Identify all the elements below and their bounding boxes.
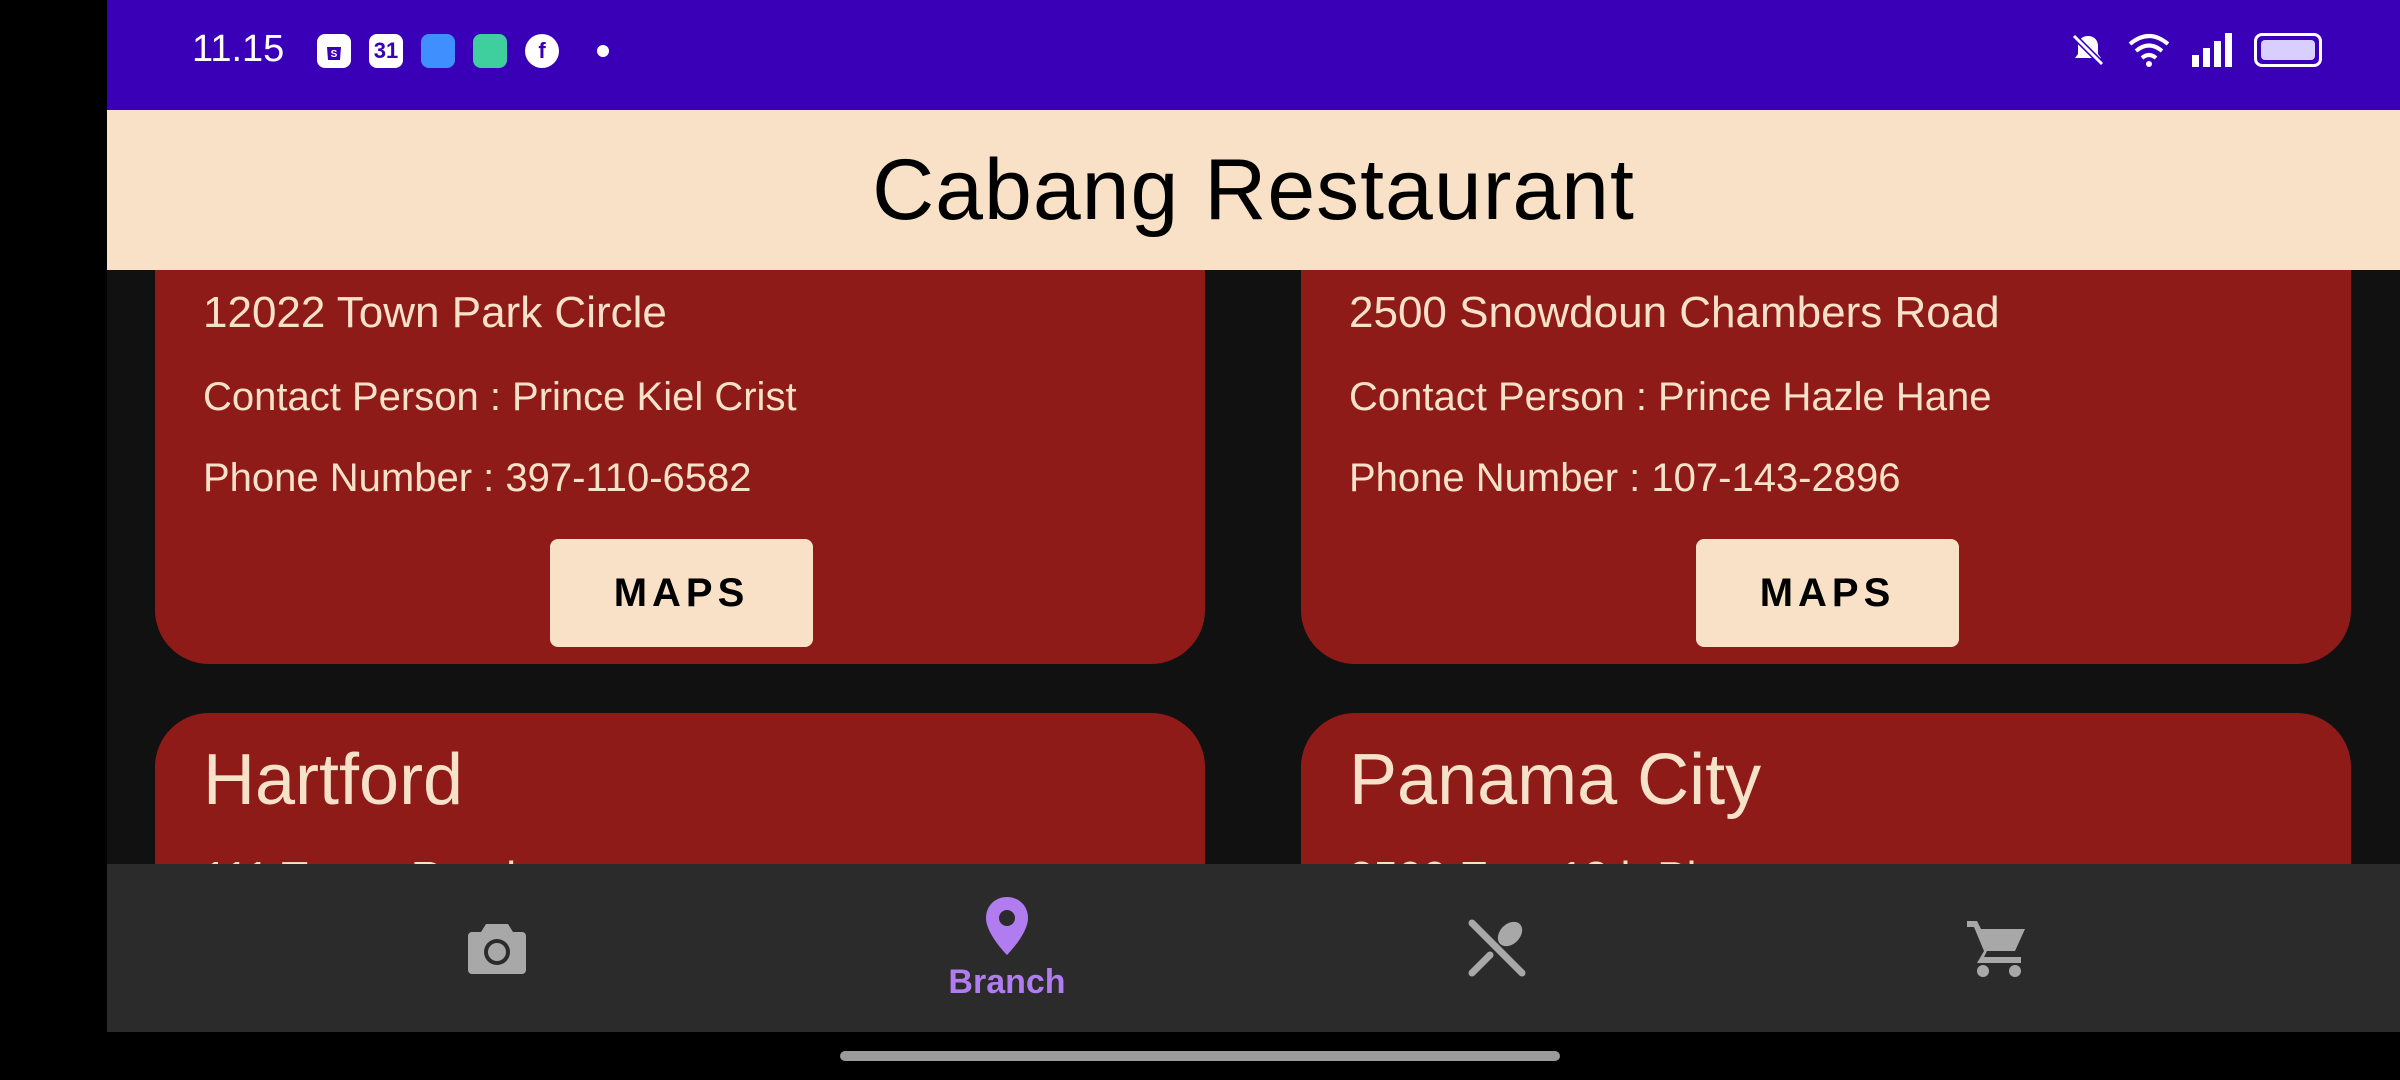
nav-branch[interactable]: Branch (927, 864, 1087, 1032)
status-time: 11.15 (192, 28, 285, 70)
left-edge-bar (0, 0, 107, 1080)
more-notifications-dot (597, 45, 609, 57)
utensils-icon (1468, 919, 1526, 977)
branch-contact: Contact Person : Prince Kiel Crist (203, 375, 797, 419)
facebook-icon: f (525, 34, 559, 68)
page-title: Cabang Restaurant (872, 141, 1635, 238)
branch-address: 2500 Snowdoun Chambers Road (1349, 288, 2000, 337)
signal-icon (2192, 33, 2232, 67)
maps-button[interactable]: MAPS (1696, 539, 1959, 647)
branch-card: Panama City 2500 East 13th Place (1301, 713, 2351, 864)
branch-phone: Phone Number : 107-143-2896 (1349, 456, 1901, 500)
branch-address: 2500 East 13th Place (1349, 853, 1767, 864)
app-icon (473, 34, 507, 68)
nav-menu[interactable] (1437, 864, 1557, 1032)
notification-icons: S 31 f (317, 34, 609, 68)
status-bar: 11.15 S 31 f (107, 0, 2400, 110)
system-icons (2068, 30, 2322, 70)
app-header: Cabang Restaurant (107, 110, 2400, 270)
branch-card: Hartford 111 Tower Road (155, 713, 1205, 864)
location-pin-icon (986, 896, 1028, 955)
branch-list[interactable]: 12022 Town Park Circle Contact Person : … (107, 270, 2400, 864)
app-icon (421, 34, 455, 68)
shopee-icon: S (317, 34, 351, 68)
branch-address: 12022 Town Park Circle (203, 288, 667, 337)
maps-button[interactable]: MAPS (550, 539, 813, 647)
branch-card: 2500 Snowdoun Chambers Road Contact Pers… (1301, 270, 2351, 664)
cart-icon (1967, 921, 2025, 977)
branch-address: 111 Tower Road (203, 853, 516, 864)
branch-city: Panama City (1349, 740, 1762, 820)
bottom-navigation: Branch (107, 864, 2400, 1032)
branch-city: Hartford (203, 740, 464, 820)
nav-branch-label: Branch (948, 962, 1066, 1001)
calendar-icon: 31 (369, 34, 403, 68)
wifi-icon (2128, 34, 2170, 67)
branch-phone: Phone Number : 397-110-6582 (203, 456, 752, 500)
nav-camera[interactable] (437, 864, 557, 1032)
home-gesture-bar[interactable] (840, 1051, 1560, 1061)
nav-cart[interactable] (1937, 864, 2057, 1032)
battery-icon (2254, 33, 2322, 67)
svg-text:S: S (331, 49, 338, 60)
camera-icon (468, 924, 526, 974)
mute-icon (2071, 33, 2105, 67)
branch-card: 12022 Town Park Circle Contact Person : … (155, 270, 1205, 664)
branch-contact: Contact Person : Prince Hazle Hane (1349, 375, 1992, 419)
